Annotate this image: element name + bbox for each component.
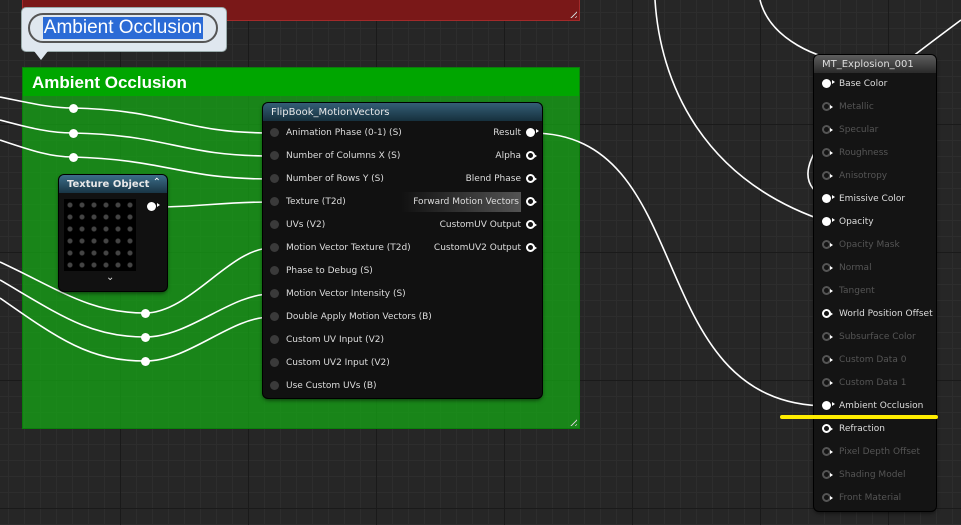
input-pin-icon[interactable] [822, 217, 835, 226]
bubble-tail [34, 51, 48, 60]
pin-label: World Position Offset [839, 309, 933, 319]
pin-label: Custom Data 1 [839, 378, 907, 388]
input-pin-icon[interactable] [270, 197, 279, 206]
output-pin-row[interactable]: CustomUV Output [385, 215, 537, 235]
node-title[interactable]: FlipBook_MotionVectors [263, 103, 542, 121]
input-pin-icon[interactable] [270, 381, 279, 390]
input-pin-icon[interactable] [822, 240, 833, 249]
input-pin-icon[interactable] [822, 493, 833, 502]
output-pin-row[interactable]: Forward Motion Vectors [385, 192, 537, 212]
highlight-underline [780, 415, 938, 419]
texture-object-node[interactable]: Texture Object ⌃ ⌄ [59, 175, 167, 291]
input-pin-icon[interactable] [822, 286, 833, 295]
output-pin-icon[interactable] [526, 151, 537, 160]
output-pin-icon[interactable] [147, 202, 160, 211]
input-pin-icon[interactable] [822, 125, 833, 134]
input-pin-icon[interactable] [822, 263, 833, 272]
pin-label: Specular [839, 125, 879, 135]
expand-arrow-icon[interactable]: ⌄ [106, 272, 114, 283]
pin-label: Ambient Occlusion [839, 401, 924, 411]
pin-label: Anisotropy [839, 171, 888, 181]
pin-label: Front Material [839, 493, 902, 503]
reroute-node[interactable] [69, 129, 78, 138]
output-pin-row[interactable]: Alpha [385, 146, 537, 166]
input-pin-icon[interactable] [822, 332, 833, 341]
pin-label: Opacity [839, 217, 874, 227]
node-title[interactable]: Texture Object [59, 175, 167, 193]
input-pin-icon[interactable] [270, 312, 279, 321]
input-pin-icon[interactable] [270, 151, 279, 160]
pin-label: Emissive Color [839, 194, 906, 204]
output-pin-row[interactable]: CustomUV2 Output [385, 238, 537, 258]
pin-label: Base Color [839, 79, 888, 89]
output-pin-row[interactable]: Blend Phase [385, 169, 537, 189]
node-title[interactable]: MT_Explosion_001 [814, 55, 936, 73]
input-pin-icon[interactable] [822, 194, 835, 203]
pin-label: Metallic [839, 102, 874, 112]
input-pin-icon[interactable] [270, 358, 279, 367]
output-pin-icon[interactable] [526, 174, 537, 183]
pin-label: Subsurface Color [839, 332, 916, 342]
pin-label: Roughness [839, 148, 889, 158]
texture-preview-thumbnail [63, 198, 137, 272]
input-pin-icon[interactable] [270, 289, 279, 298]
pin-label: Tangent [839, 286, 875, 296]
input-pin-icon[interactable] [822, 102, 833, 111]
pin-label: Refraction [839, 424, 885, 434]
input-pin-icon[interactable] [822, 309, 833, 318]
comment-bubble-text[interactable]: Ambient Occlusion [42, 17, 204, 39]
input-pin-icon[interactable] [270, 174, 279, 183]
input-pin-icon[interactable] [270, 243, 279, 252]
input-pin-icon[interactable] [822, 148, 833, 157]
material-result-node[interactable]: MT_Explosion_001 Base Color Metallic Specu… [814, 55, 936, 511]
reroute-node[interactable] [141, 333, 150, 342]
input-pin-icon[interactable] [270, 128, 279, 137]
output-pin-icon[interactable] [526, 197, 537, 206]
collapse-arrow-icon[interactable]: ⌃ [153, 177, 161, 188]
input-pin-icon[interactable] [822, 171, 833, 180]
pin-label: Pixel Depth Offset [839, 447, 920, 457]
output-pin[interactable] [147, 202, 163, 216]
input-pin-icon[interactable] [822, 424, 833, 433]
input-pin-icon[interactable] [270, 335, 279, 344]
reroute-node[interactable] [69, 104, 78, 113]
input-pin-icon[interactable] [822, 355, 833, 364]
reroute-node[interactable] [69, 153, 78, 162]
pin-label: Opacity Mask [839, 240, 900, 250]
pin-label: Normal [839, 263, 872, 273]
input-pin-icon[interactable] [822, 401, 835, 410]
flipbook-motion-vectors-node[interactable]: FlipBook_MotionVectors Animation Phase (… [263, 103, 542, 398]
output-pin-icon[interactable] [526, 128, 539, 137]
comment-bubble[interactable]: Ambient Occlusion [22, 8, 226, 60]
reroute-node[interactable] [141, 309, 150, 318]
input-pin-icon[interactable] [270, 266, 279, 275]
input-pin-icon[interactable] [822, 447, 833, 456]
output-pin-icon[interactable] [526, 220, 537, 229]
output-pin-icon[interactable] [526, 243, 537, 252]
input-pin-icon[interactable] [270, 220, 279, 229]
reroute-node[interactable] [141, 357, 150, 366]
input-pin-icon[interactable] [822, 378, 833, 387]
pin-label: Shading Model [839, 470, 906, 480]
input-pin-icon[interactable] [822, 470, 833, 479]
output-pin-row[interactable]: Result [385, 123, 539, 143]
input-pin-icon[interactable] [822, 79, 835, 88]
pin-label: Custom Data 0 [839, 355, 907, 365]
